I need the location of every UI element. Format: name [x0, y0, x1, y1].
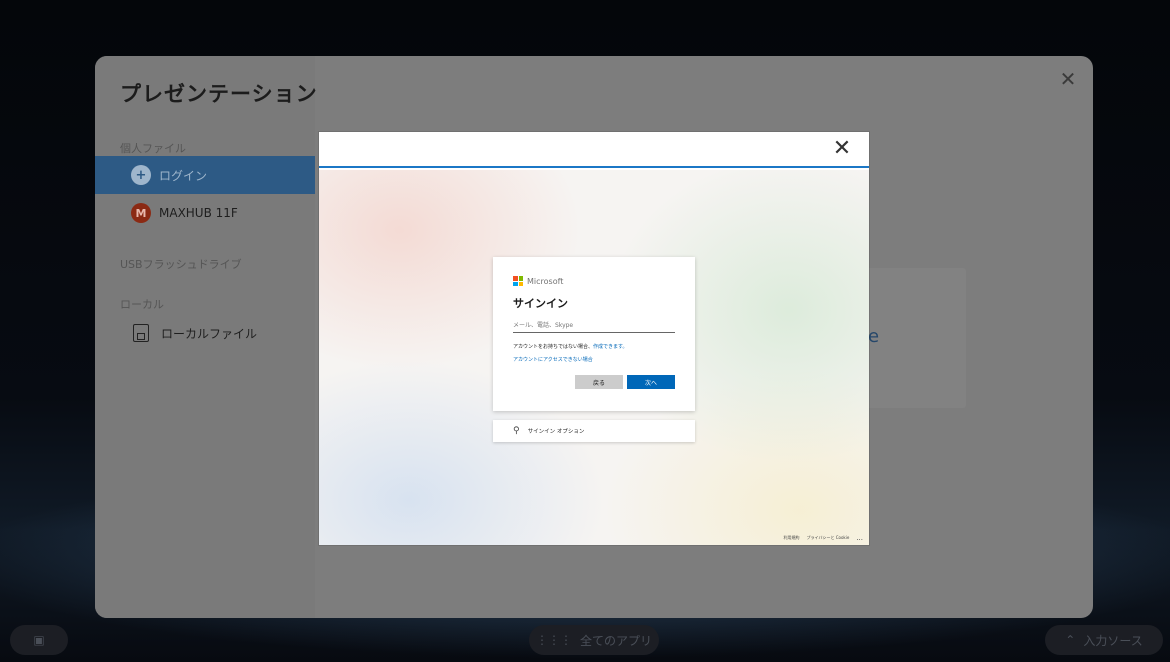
local-section-label: ローカル: [120, 298, 164, 311]
footer-links: 利用規約 プライバシーと Cookie ...: [784, 534, 863, 542]
signin-options-label: サインイン オプション: [527, 429, 585, 435]
sidebar-item-login[interactable]: + ログイン: [95, 156, 315, 194]
key-icon: ⚲: [513, 426, 520, 436]
usb-drive-label[interactable]: USBフラッシュドライブ: [120, 256, 242, 272]
sidebar-item-label: ログイン: [159, 168, 208, 183]
create-account-link[interactable]: 作成できます。: [593, 344, 628, 350]
input-source-label: 入力ソース: [1083, 633, 1143, 648]
terms-link[interactable]: 利用規約: [784, 535, 800, 541]
plus-icon: +: [131, 165, 151, 185]
microsoft-logo-icon: [513, 276, 523, 286]
sidebar-item-account[interactable]: M MAXHUB 11F: [95, 194, 315, 232]
dialog-header: ✕: [319, 132, 869, 168]
back-button[interactable]: 戻る: [575, 375, 623, 389]
all-apps-label: 全てのアプリ: [579, 633, 652, 648]
account-avatar: M: [131, 203, 151, 223]
sidebar-item-label: ローカルファイル: [161, 326, 258, 341]
panel-title: プレゼンテーション: [120, 82, 318, 106]
no-account-text: アカウントをお持ちではない場合、作成できます。: [513, 343, 675, 350]
window-icon: ▣: [33, 633, 45, 647]
brand-name: Microsoft: [527, 276, 564, 286]
cant-access-link[interactable]: アカウントにアクセスできない場合: [513, 356, 675, 363]
signin-title: サインイン: [513, 297, 568, 310]
grid-icon: ⋮⋮⋮: [535, 633, 572, 647]
privacy-link[interactable]: プライバシーと Cookie: [807, 535, 850, 541]
taskbar-left-button[interactable]: ▣: [10, 625, 68, 655]
email-field[interactable]: [513, 319, 675, 333]
input-source-button[interactable]: ⌃ 入力ソース: [1045, 625, 1163, 655]
signin-options-button[interactable]: ⚲ サインイン オプション: [493, 420, 695, 442]
next-button[interactable]: 次へ: [627, 375, 675, 389]
sidebar-item-local-files[interactable]: ローカルファイル: [95, 314, 315, 352]
signin-card: Microsoft サインイン アカウントをお持ちではない場合、作成できます。 …: [493, 257, 695, 411]
file-icon: [133, 324, 149, 342]
button-row: 戻る 次へ: [575, 375, 675, 389]
more-options-icon[interactable]: ...: [856, 534, 863, 542]
dialog-body: Microsoft サインイン アカウントをお持ちではない場合、作成できます。 …: [319, 170, 869, 545]
chevron-up-icon: ⌃: [1065, 633, 1076, 647]
signin-dialog: ✕ Microsoft サインイン アカウントをお持ちではない場合、作成できます…: [319, 132, 869, 545]
personal-files-label: 個人ファイル: [120, 142, 186, 155]
microsoft-logo: Microsoft: [513, 275, 675, 287]
sidebar-item-label: MAXHUB 11F: [159, 206, 238, 220]
panel-close-icon[interactable]: ✕: [1057, 68, 1079, 90]
no-account-label: アカウントをお持ちではない場合、: [513, 344, 594, 350]
close-icon[interactable]: ✕: [831, 138, 853, 160]
all-apps-button[interactable]: ⋮⋮⋮ 全てのアプリ: [529, 625, 659, 655]
